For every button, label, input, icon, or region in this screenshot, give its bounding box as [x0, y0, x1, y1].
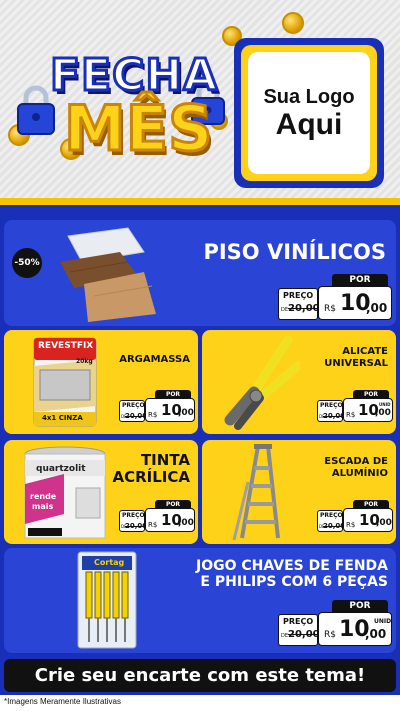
price-decimal: ,00: [178, 518, 194, 528]
title-line-2: MÊS: [63, 91, 215, 167]
price-tag: POR PREÇO DE 20,00 R$ 10 ,00: [317, 500, 393, 532]
old-price: 20,00: [125, 522, 148, 530]
por-label: POR: [332, 600, 388, 612]
product-card-chaves: Cortag JOGO CHAVES DE FENDA E PHILIPS CO…: [4, 548, 396, 653]
disclaimer-text: *Imagens Meramente Ilustrativas: [4, 697, 121, 706]
product-card-tinta: quartzolit rende mais TINTA ACRÍLICA POR…: [4, 440, 198, 544]
product-name: ALICATE UNIVERSAL: [324, 346, 388, 369]
old-price: 20,00: [288, 629, 320, 640]
preco-label: PREÇO: [122, 512, 145, 519]
unit-label: UNID: [374, 618, 392, 625]
product-name-line-1: TINTA: [140, 451, 190, 469]
tinta-tag-line-1: rende: [30, 492, 57, 501]
header-banner: FECHA MÊS Sua Logo Aqui: [0, 0, 400, 205]
discount-badge: -50%: [12, 248, 42, 278]
coin-icon: [282, 12, 304, 34]
header-divider: [0, 198, 400, 205]
price-decimal: ,00: [178, 408, 194, 418]
product-name: ARGAMASSA: [119, 354, 190, 365]
product-name: JOGO CHAVES DE FENDA E PHILIPS COM 6 PEÇ…: [196, 558, 388, 590]
preco-label: PREÇO: [122, 402, 145, 409]
unit-label: UNID: [379, 402, 391, 407]
argamassa-brand: REVESTFIX: [38, 341, 94, 351]
product-name-line-2: ACRÍLICA: [112, 468, 190, 487]
logo-text-line-2: Aqui: [275, 107, 343, 141]
logo-placeholder: Sua Logo Aqui: [234, 38, 384, 188]
chaves-brand: Cortag: [94, 558, 125, 567]
old-price: 20,00: [323, 412, 346, 420]
logo-text-line-1: Sua Logo: [263, 85, 355, 108]
product-card-alicate: ALICATE UNIVERSAL POR PREÇO DE 20,00 R$ …: [202, 330, 396, 434]
currency-label: R$: [346, 411, 356, 419]
product-name-line-1: ESCADA DE: [324, 456, 388, 467]
tinta-tag-line-2: mais: [32, 502, 54, 511]
currency-label: R$: [346, 521, 356, 529]
product-card-argamassa: REVESTFIX 20kg 4x1 CINZA ARGAMASSA POR P…: [4, 330, 198, 434]
preco-label: PREÇO: [283, 617, 314, 626]
de-label: DE: [281, 633, 289, 639]
de-label: DE: [281, 307, 289, 313]
price-tag: POR PREÇO DE 20,00 R$ 10 ,00: [119, 390, 195, 422]
product-name-line-2: E PHILIPS COM 6 PEÇAS: [200, 574, 388, 591]
currency-label: R$: [324, 630, 336, 640]
product-name-line-1: JOGO CHAVES DE FENDA: [196, 558, 388, 574]
preco-label: PREÇO: [320, 402, 343, 409]
product-card-piso: -50% PISO VINÍLICOS POR PREÇO DE 20,00 R…: [4, 220, 396, 326]
por-label: POR: [332, 274, 388, 286]
ladder-image: [232, 444, 280, 541]
old-price: 20,00: [125, 412, 148, 420]
price-decimal: ,00: [365, 627, 387, 641]
product-name: ESCADA DE ALUMÍNIO: [324, 456, 388, 479]
product-name-line-2: UNIVERSAL: [324, 357, 388, 369]
product-card-escada: ESCADA DE ALUMÍNIO POR PREÇO DE 20,00 R$…: [202, 440, 396, 544]
price-decimal: ,00: [366, 301, 388, 315]
price-tag: POR PREÇO DE 20,00 R$ 10 ,00 UNID: [278, 600, 392, 646]
price-tag: POR PREÇO DE 20,00 R$ 10 ,00: [278, 274, 392, 320]
flyer-page: FECHA MÊS Sua Logo Aqui -50% PISO VINÍLI…: [0, 0, 400, 711]
price-decimal: ,00: [376, 518, 392, 528]
price-tag: POR PREÇO DE 20,00 R$ 10 ,00 UNID: [317, 390, 393, 422]
currency-label: R$: [324, 304, 336, 314]
currency-label: R$: [148, 521, 158, 529]
price-tag: POR PREÇO DE 20,00 R$ 10 ,00: [119, 500, 195, 532]
create-flyer-cta[interactable]: Crie seu encarte com este tema!: [4, 659, 396, 692]
argamassa-label: 4x1 CINZA: [42, 414, 83, 422]
price-decimal: ,00: [375, 408, 391, 418]
preco-label: PREÇO: [320, 512, 343, 519]
currency-label: R$: [148, 411, 158, 419]
old-price: 20,00: [288, 303, 320, 314]
product-name: PISO VINÍLICOS: [203, 240, 386, 264]
product-name: TINTA ACRÍLICA: [112, 451, 190, 487]
old-price: 20,00: [323, 522, 346, 530]
campaign-title: FECHA MÊS: [17, 40, 225, 180]
product-name-line-1: ALICATE: [342, 346, 388, 357]
argamassa-weight: 20kg: [76, 358, 93, 365]
tinta-brand: quartzolit: [36, 464, 86, 474]
vinyl-floor-image: [60, 227, 156, 322]
preco-label: PREÇO: [283, 291, 314, 300]
product-name-line-2: ALUMÍNIO: [331, 467, 388, 479]
pliers-image: [224, 336, 300, 430]
